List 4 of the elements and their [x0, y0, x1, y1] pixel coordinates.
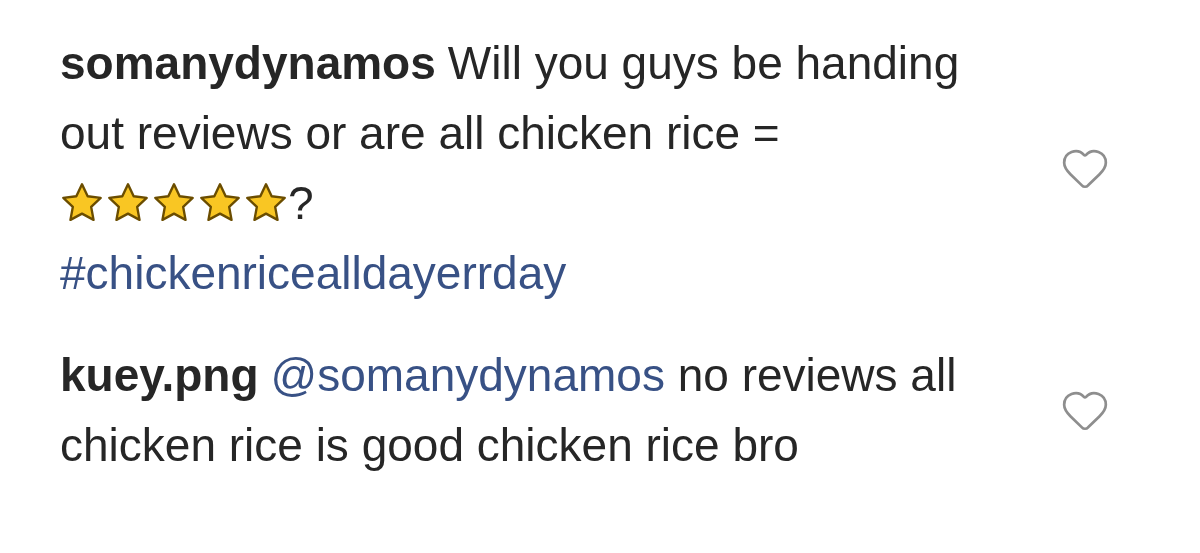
link[interactable]: #chickenricealldayerrday	[60, 247, 567, 299]
comment-text: somanydynamos Will you guys be handing out reviews or are all chicken rice = ? #chickenricealldayerrday	[60, 36, 961, 301]
link[interactable]: @somanydynamos	[270, 349, 665, 401]
comment-text: kuey.png @somanydynamos no reviews all chicken rice is good chicken rice bro	[60, 348, 958, 473]
